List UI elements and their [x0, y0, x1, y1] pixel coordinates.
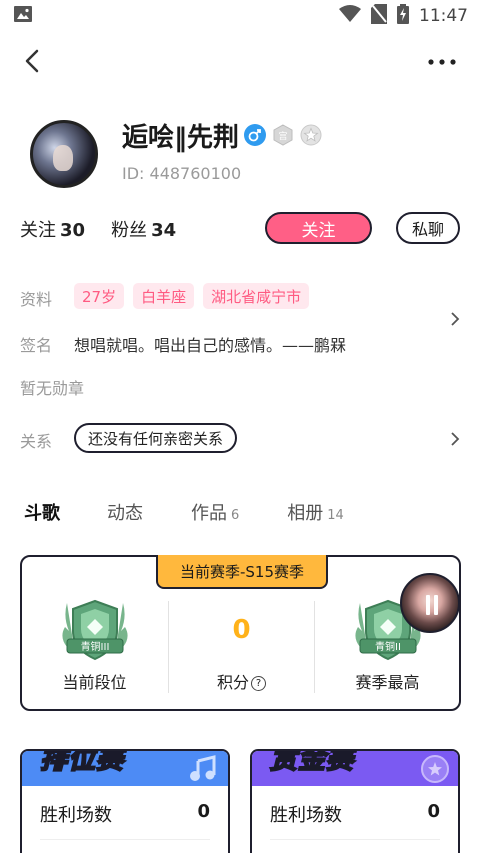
current-rank-badge: 青铜III	[81, 640, 110, 653]
divider	[40, 839, 210, 840]
divider	[270, 839, 440, 840]
tag-location: 湖北省咸宁市	[203, 283, 310, 309]
bounty-stat-label: 胜利场数	[270, 805, 342, 826]
following-stat[interactable]: 关注 30	[20, 216, 85, 242]
tab-works-count: 6	[231, 508, 240, 523]
private-chat-button[interactable]: 私聊	[396, 212, 460, 244]
ranked-title: 排位赛	[39, 749, 124, 776]
relation-pill[interactable]: 还没有任何亲密关系	[74, 423, 238, 453]
pause-icon[interactable]	[426, 595, 438, 615]
tab-album-count: 14	[327, 508, 344, 523]
tab-posts-label: 动态	[107, 503, 143, 524]
bounty-stat-row: 胜利场数 0	[270, 801, 440, 827]
bounty-title: 赏金赛	[269, 749, 354, 776]
floating-player[interactable]	[400, 573, 460, 633]
signature-text: 想唱就唱。唱出自己的感情。——鹏槑	[74, 336, 347, 355]
follow-stats: 关注 30 粉丝 34	[20, 216, 176, 242]
status-bar: 11:47	[0, 0, 480, 32]
ranked-match-card[interactable]: 排位赛 胜利场数 0	[20, 749, 230, 853]
ranked-stat-row: 胜利场数 0	[40, 801, 210, 827]
content-tabs: 斗歌 动态 作品 6 相册 14	[24, 499, 392, 525]
star-badge-icon	[300, 124, 322, 150]
svg-text:宫: 宫	[278, 130, 287, 142]
tab-album[interactable]: 相册 14	[287, 499, 344, 525]
avatar[interactable]	[30, 120, 98, 188]
username: 逅哙‖先荆	[122, 123, 240, 153]
gallery-icon	[14, 6, 32, 26]
help-icon[interactable]: ?	[251, 676, 266, 691]
tag-zodiac: 白羊座	[133, 283, 195, 309]
wifi-icon	[339, 5, 361, 27]
bounty-match-card[interactable]: 赏金赛 胜利场数 0	[250, 749, 460, 853]
signature-label: 签名	[20, 336, 53, 355]
tab-posts[interactable]: 动态	[107, 499, 143, 525]
bounty-stat-value: 0	[427, 801, 440, 822]
tab-song-battle[interactable]: 斗歌	[24, 499, 60, 525]
tab-works-label: 作品	[191, 503, 227, 524]
back-icon[interactable]	[18, 46, 48, 76]
points: 0 积分?	[169, 595, 314, 695]
star-coin-icon	[420, 754, 450, 788]
battery-charging-icon	[397, 4, 409, 28]
status-icons: 11:47	[339, 4, 468, 28]
points-value: 0	[232, 615, 251, 645]
following-label: 关注	[20, 220, 56, 241]
points-label: 积分	[216, 673, 249, 692]
music-note-icon	[188, 755, 218, 787]
points-label-row: 积分?	[169, 669, 314, 693]
profile-chevron-icon[interactable]	[448, 311, 462, 326]
user-id: ID: 448760100	[122, 164, 242, 183]
tab-works[interactable]: 作品 6	[191, 499, 239, 525]
relation-chevron-icon[interactable]	[448, 431, 462, 446]
season-best-label: 赛季最高	[355, 673, 420, 692]
profile-label: 资料	[20, 290, 53, 309]
ranked-stat-value: 0	[197, 801, 210, 822]
current-rank: 青铜III 当前段位	[22, 595, 167, 695]
relation-label: 关系	[20, 432, 53, 451]
following-count: 30	[60, 220, 86, 241]
medal-text: 暂无勋章	[20, 379, 85, 398]
fans-count: 34	[151, 220, 177, 241]
tab-album-label: 相册	[287, 503, 324, 524]
profile-tags: 27岁 白羊座 湖北省咸宁市	[74, 283, 310, 309]
season-card[interactable]: 当前赛季-S15赛季 青铜III 当前段位 0 积分? 青铜II 赛季最高	[20, 555, 461, 711]
tab-song-battle-label: 斗歌	[24, 503, 60, 524]
fans-stat[interactable]: 粉丝 34	[111, 216, 176, 242]
profile-badges: 宫	[244, 124, 322, 150]
no-sim-icon	[371, 4, 387, 28]
follow-button[interactable]: 关注	[265, 212, 372, 244]
tag-age: 27岁	[74, 283, 125, 309]
fans-label: 粉丝	[111, 220, 148, 241]
rank-medal-icon: 宫	[272, 124, 294, 150]
season-tag: 当前赛季-S15赛季	[156, 555, 328, 589]
season-best-badge: 青铜II	[375, 640, 401, 653]
status-time: 11:47	[419, 6, 468, 26]
bronze-shield-icon: 青铜III	[59, 597, 131, 663]
male-icon	[244, 124, 266, 150]
ranked-stat-label: 胜利场数	[40, 805, 112, 826]
current-rank-label: 当前段位	[62, 673, 127, 692]
more-options-icon[interactable]	[426, 52, 458, 72]
